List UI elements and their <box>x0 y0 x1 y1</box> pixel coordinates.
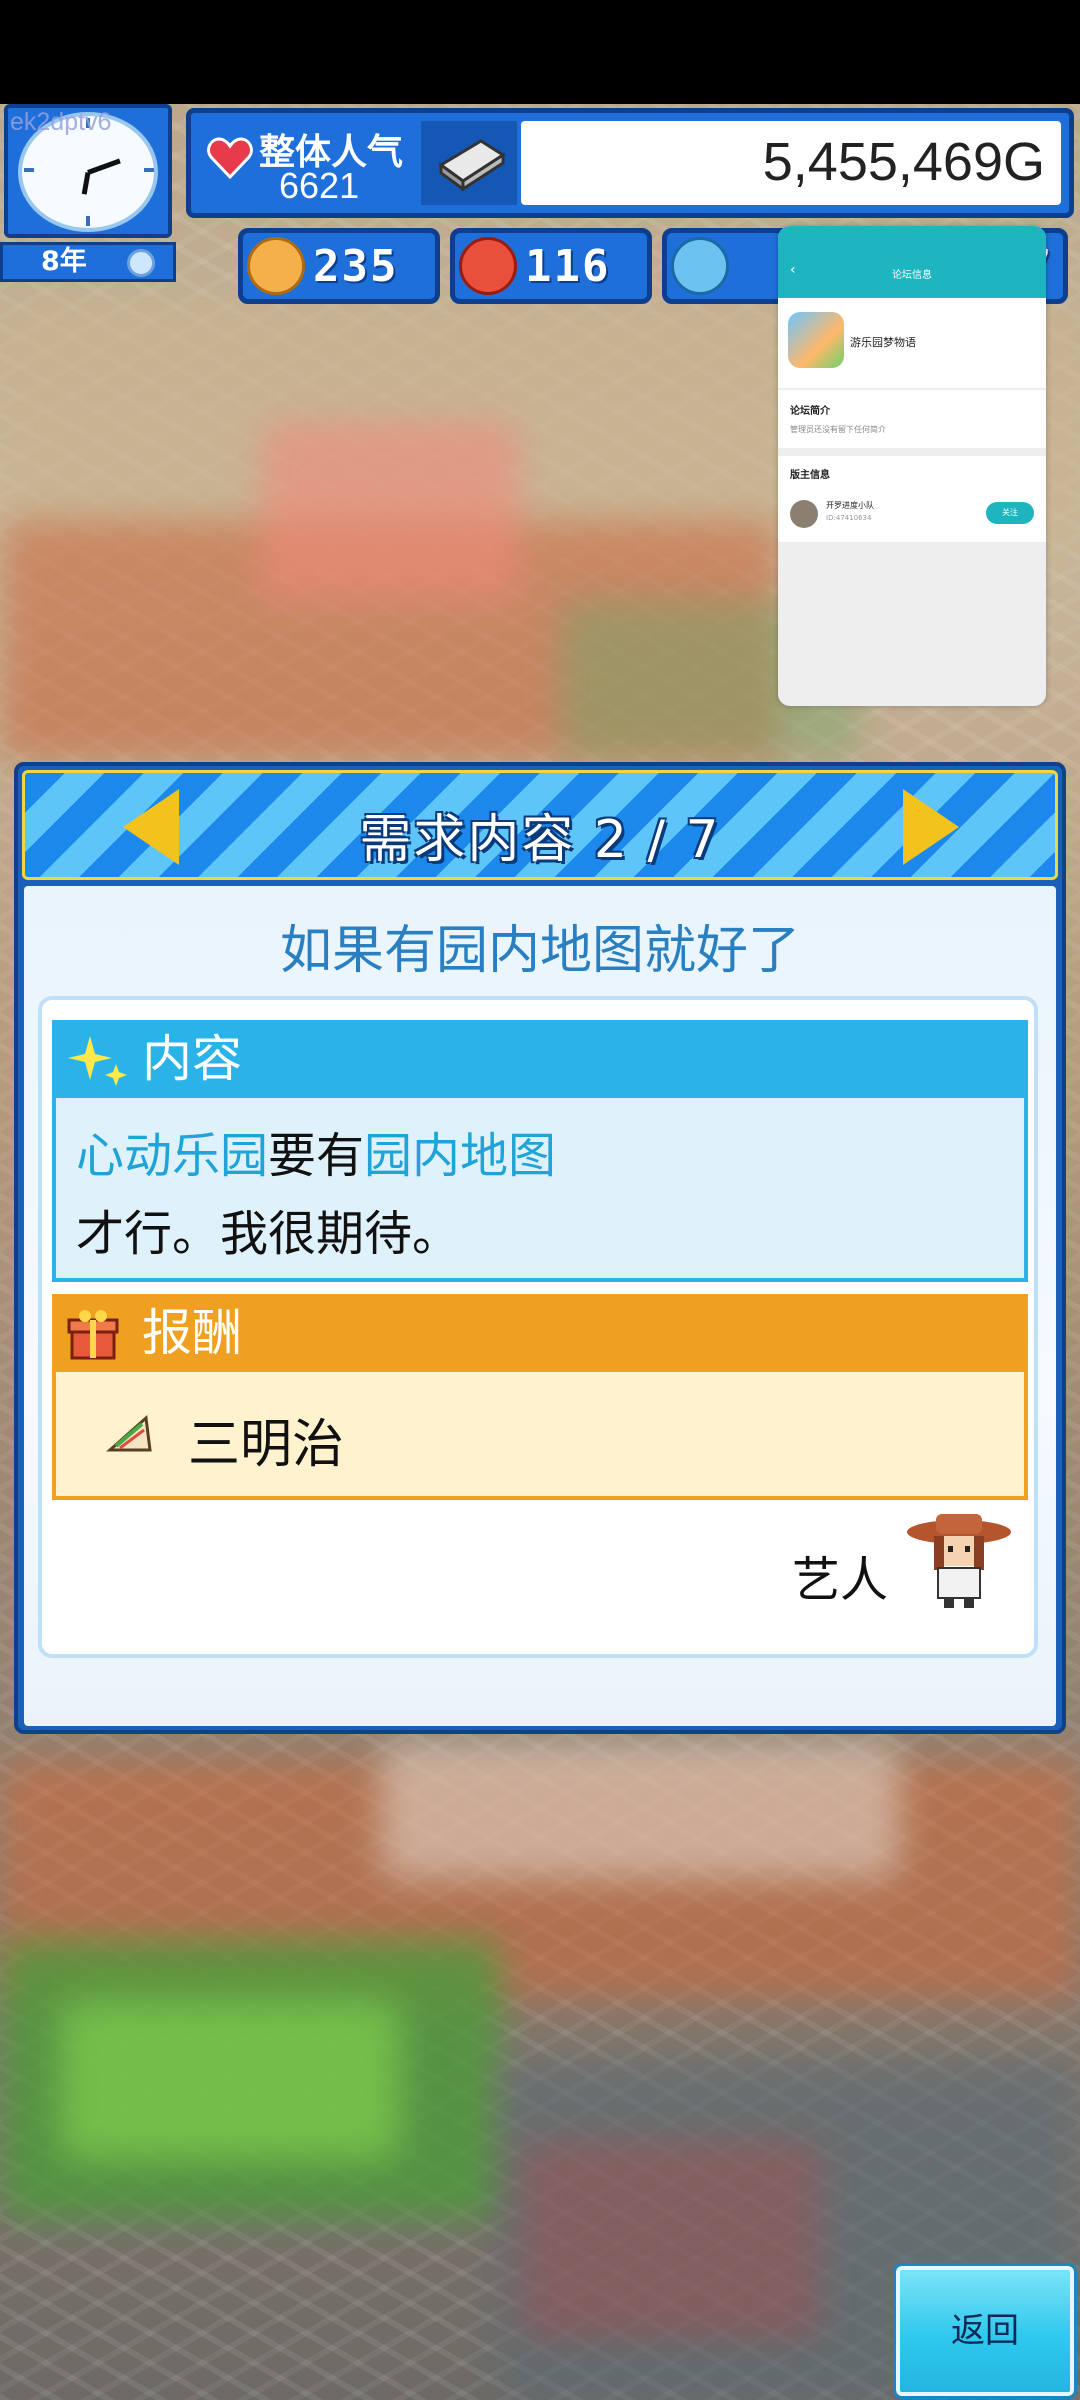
park-name: 心动乐园 <box>76 1128 269 1184</box>
money-bar-icon <box>438 139 506 191</box>
gift-box-icon <box>67 1310 119 1360</box>
stat-happiness-value: 235 <box>313 241 399 292</box>
request-dialog: 需求内容 2 / 7 如果有园内地图就好了 内容 心动乐园要有园内地图 才行。我… <box>14 762 1066 1734</box>
stat-fire[interactable]: 116 <box>450 228 652 304</box>
request-subtitle: 如果有园内地图就好了 <box>279 921 800 981</box>
money-value: 5,455,469G <box>762 132 1045 192</box>
requested-item: 园内地图 <box>364 1128 557 1184</box>
return-button[interactable]: 返回 <box>893 2263 1077 2399</box>
water-drop-icon <box>671 237 729 295</box>
uid-watermark: ek2dptv6 <box>10 108 112 136</box>
content-verb: 要有 <box>268 1128 365 1184</box>
reward-box: 三明治 <box>52 1372 1028 1500</box>
stat-fire-value: 116 <box>525 241 611 292</box>
overlay-owner-name: 开罗进度小队 <box>826 501 874 510</box>
follow-button[interactable]: 关注 <box>986 502 1034 524</box>
overlay-owner: 版主信息 开罗进度小队 ID:47410634 关注 <box>778 456 1046 542</box>
overlay-owner-title: 版主信息 <box>790 470 830 481</box>
forum-info-overlay[interactable]: ‹ 论坛信息 游乐园梦物语 论坛简介 管理员还没有留下任何简介 版主信息 开罗进… <box>778 226 1046 706</box>
request-card: 内容 心动乐园要有园内地图 才行。我很期待。 报酬 三明治 艺人 <box>38 996 1038 1658</box>
overlay-app-card[interactable]: 游乐园梦物语 <box>778 298 1046 388</box>
overlay-intro: 论坛简介 管理员还没有留下任何简介 <box>778 390 1046 448</box>
content-header-label: 内容 <box>142 1030 242 1088</box>
stat-happiness[interactable]: 235 <box>238 228 440 304</box>
money-icon-box <box>421 121 517 205</box>
app-icon <box>788 312 844 368</box>
overlay-intro-title: 论坛简介 <box>790 406 830 417</box>
content-line-2: 才行。我很期待。 <box>76 1206 461 1262</box>
overlay-app-name: 游乐园梦物语 <box>850 336 916 349</box>
year-label: 8年 <box>41 246 87 277</box>
artist-avatar-icon <box>907 1514 1011 1608</box>
status-bar <box>0 0 1080 104</box>
content-section-header: 内容 <box>52 1020 1028 1098</box>
reward-item-name: 三明治 <box>188 1415 345 1475</box>
sandwich-icon <box>106 1414 152 1452</box>
dialog-header: 需求内容 2 / 7 <box>22 770 1058 880</box>
next-request-arrow-icon[interactable] <box>903 789 959 865</box>
owner-avatar[interactable] <box>790 500 818 528</box>
popularity-value: 6621 <box>279 165 360 206</box>
overlay-owner-id: ID:47410634 <box>826 514 872 522</box>
money-display[interactable]: 5,455,469G <box>521 121 1061 205</box>
popularity-box[interactable]: 整体人气 6621 <box>199 121 413 207</box>
heart-icon <box>207 137 253 179</box>
content-line-1: 心动乐园要有园内地图 <box>76 1116 556 1186</box>
requester-label: 艺人 <box>791 1552 888 1608</box>
visitor-face-icon <box>127 249 155 277</box>
smile-face-icon <box>247 237 305 295</box>
fire-spirit-icon <box>459 237 517 295</box>
overlay-intro-text: 管理员还没有留下任何简介 <box>790 425 886 434</box>
reward-section-header: 报酬 <box>52 1294 1028 1372</box>
overlay-header: ‹ 论坛信息 <box>778 226 1046 298</box>
content-text-box: 心动乐园要有园内地图 才行。我很期待。 <box>52 1098 1028 1282</box>
top-resource-bar: 整体人气 6621 5,455,469G <box>186 108 1074 218</box>
reward-header-label: 报酬 <box>142 1304 242 1362</box>
year-badge: 8年 <box>0 242 176 282</box>
dialog-body: 如果有园内地图就好了 内容 心动乐园要有园内地图 才行。我很期待。 报酬 三明治… <box>24 886 1056 1726</box>
sparkle-icon <box>68 1036 127 1086</box>
overlay-title: 论坛信息 <box>892 270 932 281</box>
dialog-title: 需求内容 2 / 7 <box>359 810 721 870</box>
